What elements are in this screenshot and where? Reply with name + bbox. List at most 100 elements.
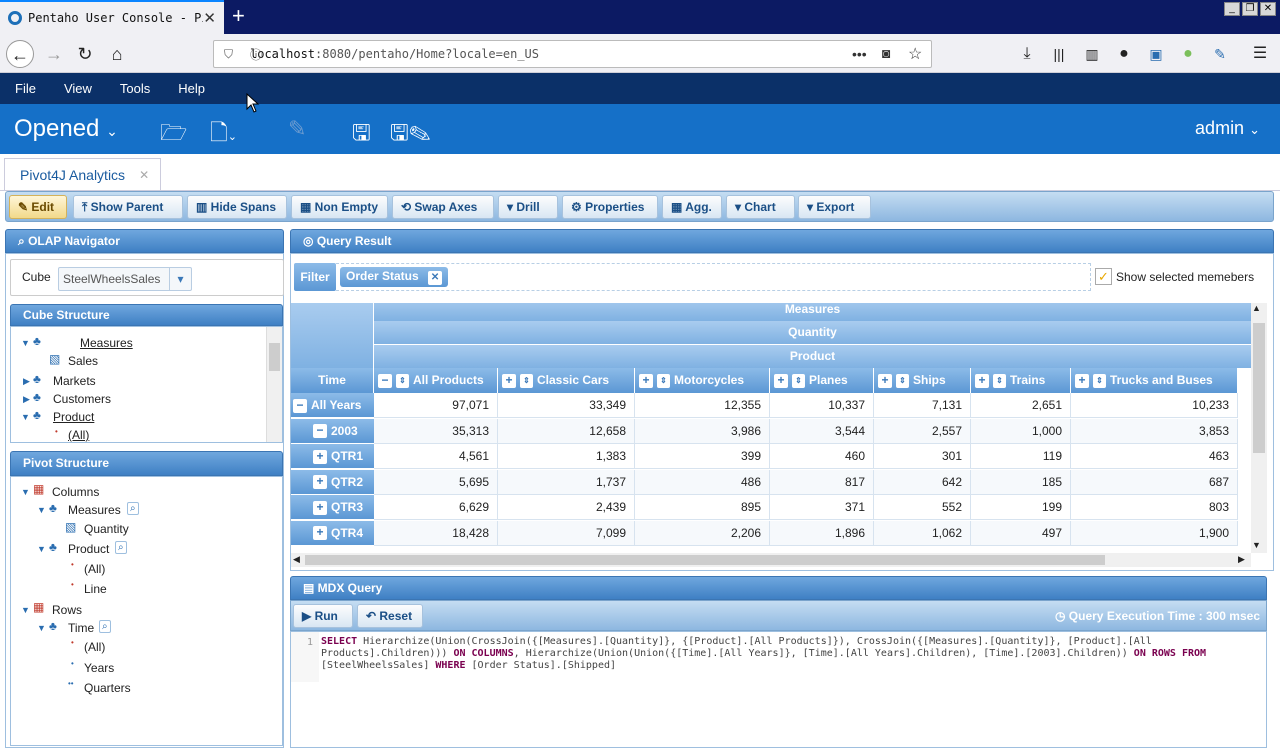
pivot-product[interactable]: Product <box>68 542 109 556</box>
account-icon[interactable]: ● <box>1110 40 1138 68</box>
page-actions-icon[interactable]: ••• <box>852 46 867 62</box>
collapse-icon[interactable]: ▼ <box>37 544 46 554</box>
url-bar[interactable]: ⛉ ⓘ localhost:8080/pentaho/Home?locale=e… <box>213 40 932 68</box>
info-icon[interactable]: ⓘ <box>250 46 262 63</box>
tree-measures[interactable]: Measures <box>80 336 133 350</box>
scroll-up-icon[interactable]: ▲ <box>1252 303 1261 313</box>
collapse-icon[interactable]: ▼ <box>21 338 30 348</box>
home-icon[interactable]: ⌂ <box>103 40 131 68</box>
column-header-4[interactable]: + ⇕ Ships <box>874 368 971 393</box>
expand-icon[interactable]: ▶ <box>23 394 30 405</box>
search-icon[interactable]: ⌕ <box>115 541 127 554</box>
tree-customers[interactable]: Customers <box>53 392 111 406</box>
sort-icon[interactable]: ⇕ <box>993 373 1006 388</box>
hamburger-menu-icon[interactable]: ☰ <box>1246 40 1274 68</box>
sort-icon[interactable]: ⇕ <box>792 373 805 388</box>
filter-dropzone[interactable]: Order Status ✕ <box>336 263 1091 291</box>
new-tab-icon[interactable]: + <box>232 4 252 28</box>
sort-icon[interactable]: ⇕ <box>1093 373 1106 388</box>
column-header-6[interactable]: + ⇕ Trucks and Buses <box>1071 368 1238 393</box>
close-tab-icon[interactable]: ✕ <box>139 168 149 182</box>
scrollbar-thumb[interactable] <box>1253 323 1265 453</box>
pivot-columns[interactable]: Columns <box>52 485 99 499</box>
hide-spans-button[interactable]: ▥ Hide Spans <box>187 195 287 219</box>
expand-member-icon[interactable]: + <box>313 449 327 464</box>
tree-all[interactable]: (All) <box>68 428 89 442</box>
swap-axes-button[interactable]: ⟲ Swap Axes <box>392 195 494 219</box>
column-header-3[interactable]: + ⇕ Planes <box>770 368 874 393</box>
sort-icon[interactable]: ⇕ <box>896 373 909 388</box>
header-quantity[interactable]: Quantity <box>374 321 1251 345</box>
open-folder-icon[interactable]: 🗁 <box>160 116 187 154</box>
reset-button[interactable]: ↶ Reset <box>357 604 423 628</box>
collapse-icon[interactable]: ▼ <box>21 487 30 497</box>
search-icon[interactable]: ⌕ <box>99 620 111 633</box>
tab-pivot4j-analytics[interactable]: Pivot4J Analytics ✕ <box>4 158 161 190</box>
menu-help[interactable]: Help <box>178 81 205 96</box>
expand-member-icon[interactable]: + <box>313 475 327 490</box>
grid-hscrollbar[interactable]: ◀ ▶ <box>291 553 1251 567</box>
row-header-0[interactable]: − All Years <box>291 393 374 418</box>
collapse-member-icon[interactable]: − <box>293 398 307 413</box>
properties-button[interactable]: ⚙ Properties <box>562 195 658 219</box>
sort-icon[interactable]: ⇕ <box>520 373 533 388</box>
cube-tree-scrollbar[interactable] <box>266 327 282 442</box>
save-as-icon[interactable]: 🖫✎ <box>390 116 431 154</box>
restore-icon[interactable]: ❐ <box>1242 2 1258 16</box>
pivot-quantity[interactable]: Quantity <box>84 522 129 536</box>
cube-select[interactable]: SteelWheelsSales ▾ <box>58 267 192 291</box>
collapse-icon[interactable]: ▼ <box>21 412 30 422</box>
sidebar-icon[interactable]: ▥ <box>1078 40 1106 68</box>
library-icon[interactable]: ||| <box>1045 40 1073 68</box>
column-header-5[interactable]: + ⇕ Trains <box>971 368 1071 393</box>
new-file-icon[interactable]: 🗋⌄ <box>210 116 237 154</box>
pivot-product-all[interactable]: (All) <box>84 562 105 576</box>
expand-member-icon[interactable]: + <box>975 373 989 388</box>
expand-member-icon[interactable]: + <box>878 373 892 388</box>
collapse-icon[interactable]: ▼ <box>37 505 46 515</box>
scroll-right-icon[interactable]: ▶ <box>1238 554 1245 565</box>
run-button[interactable]: ▶ Run <box>293 604 353 628</box>
forward-icon[interactable]: → <box>40 40 68 68</box>
row-header-1[interactable]: −2003 <box>291 418 374 444</box>
export-button[interactable]: ▾ Export <box>798 195 871 219</box>
drill-button[interactable]: ▾ Drill <box>498 195 558 219</box>
filter-chip[interactable]: Order Status ✕ <box>340 267 449 287</box>
menu-tools[interactable]: Tools <box>120 81 150 96</box>
show-selected-checkbox[interactable]: ✓ <box>1095 268 1112 285</box>
grid-vscrollbar[interactable]: ▲ ▼ <box>1251 303 1267 553</box>
header-product[interactable]: Product <box>374 345 1251 369</box>
expand-member-icon[interactable]: + <box>502 373 516 388</box>
tree-sales[interactable]: Sales <box>68 354 98 368</box>
sort-icon[interactable]: ⇕ <box>396 373 409 388</box>
user-menu[interactable]: admin ⌄ <box>1195 118 1260 139</box>
pivot-quarters[interactable]: Quarters <box>84 681 131 695</box>
search-icon[interactable]: ⌕ <box>127 502 139 515</box>
download-icon[interactable]: ⤓ <box>1013 40 1041 68</box>
scrollbar-thumb[interactable] <box>269 343 280 371</box>
expand-member-icon[interactable]: + <box>313 500 327 515</box>
pivot-measures[interactable]: Measures <box>68 503 121 517</box>
browser-tab[interactable]: Pentaho User Console - Pivo ✕ <box>0 0 224 34</box>
row-header-4[interactable]: + QTR3 <box>291 495 374 520</box>
close-tab-icon[interactable]: ✕ <box>203 9 216 27</box>
expand-member-icon[interactable]: + <box>639 373 653 388</box>
tree-product[interactable]: Product <box>53 410 94 424</box>
extension-green-icon[interactable]: ● <box>1174 40 1202 68</box>
row-header-2[interactable]: + QTR1 <box>291 444 374 469</box>
column-header-0[interactable]: − ⇕ All Products <box>374 368 498 393</box>
collapse-member-icon[interactable]: − <box>313 424 327 439</box>
minimize-icon[interactable]: _ <box>1224 2 1240 16</box>
expand-member-icon[interactable]: + <box>313 526 327 541</box>
menu-file[interactable]: File <box>15 81 36 96</box>
back-icon[interactable]: ← <box>6 40 34 68</box>
tree-markets[interactable]: Markets <box>53 374 96 388</box>
pocket-icon[interactable]: ◙ <box>882 45 890 61</box>
bookmark-star-icon[interactable]: ☆ <box>908 44 922 64</box>
collapse-icon[interactable]: ▼ <box>21 605 30 615</box>
scroll-left-icon[interactable]: ◀ <box>293 554 300 565</box>
header-measures[interactable]: Measures <box>374 303 1251 322</box>
row-header-3[interactable]: + QTR2 <box>291 469 374 495</box>
aggregation-button[interactable]: ▦ Agg. <box>662 195 722 219</box>
pivot-time-all[interactable]: (All) <box>84 640 105 654</box>
